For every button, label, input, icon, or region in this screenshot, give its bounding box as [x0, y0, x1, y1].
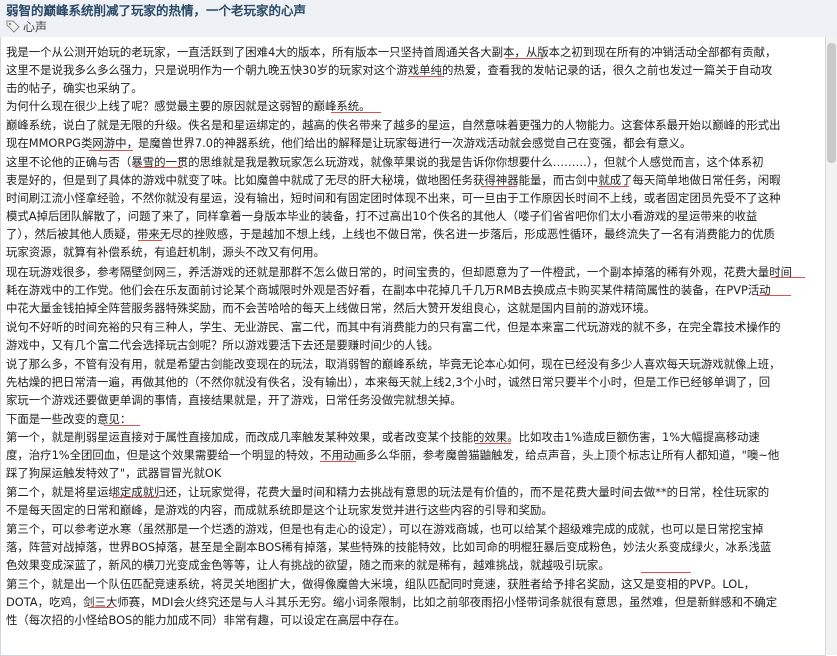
paragraph-players: 现在玩游戏很多，参考隔壁剑网三，养活游戏的还就是那群不怎么做日常的，时间宝贵的，… [6, 265, 792, 315]
link-underline [88, 607, 114, 608]
post-title[interactable]: 弱智的巅峰系统削减了玩家的热情，一个老玩家的心声 [6, 0, 306, 19]
post-header: 弱智的巅峰系统削减了玩家的热情，一个老玩家的心声 心声 [0, 0, 837, 38]
link-underline [757, 295, 791, 296]
link-underline [104, 425, 140, 426]
paragraph-analysis: 这里不论他的正确与否（暴雪的一贯的思维就是我是教玩家怎么玩游戏，就像苹果说的我是… [6, 155, 781, 259]
post-content: 我是一个从公测开始玩的老玩家，一直活跃到了困难4大的版本，所有版本一只坚持首周通… [0, 37, 826, 656]
link-underline [597, 186, 629, 187]
link-underline [138, 240, 162, 241]
paragraph-summary: 说了那么多，不管有没有用，就是希望古剑能改变现在的玩法，取消弱智的巅峰系统，毕竟… [6, 357, 781, 407]
scrollbar-thumb[interactable] [827, 43, 836, 163]
link-underline [481, 186, 517, 187]
link-underline [135, 167, 183, 168]
vertical-scrollbar[interactable] [825, 37, 837, 655]
link-underline [113, 497, 159, 498]
link-underline [89, 150, 133, 151]
paragraph-time-rich: 说句不好听的时间充裕的只有三种人，学生、无业游民、富二代，而其中有消费能力的只有… [6, 320, 781, 352]
tag-icon [6, 20, 20, 33]
link-underline [331, 112, 381, 113]
link-underline [641, 572, 691, 573]
paragraph-intro: 我是一个从公测开始玩的老玩家，一直活跃到了困难4大的版本，所有版本一只坚持首周通… [6, 45, 777, 95]
paragraph-suggestion-1: 第一个，就是削弱星运直接对于属性直接加成，而改成几率触发某种效果，或者改变某个技… [6, 430, 780, 480]
post-tag-label: 心声 [23, 19, 48, 34]
link-underline [771, 277, 805, 278]
link-underline [320, 461, 356, 462]
link-underline [505, 58, 543, 59]
paragraph-peak-system: 巅峰系统，说白了就是无限的升级。佚名是和星运绑定的，越高的佚名带来了越多的星运，… [6, 118, 781, 150]
paragraph-suggestion-4: 第三个，就是出一个队伍匹配竞速系统，将灵关地图扩大，做得像魔兽大米境，组队匹配同… [6, 577, 778, 627]
paragraph-suggestion-3: 第三个，可以参考逆水寒（虽然那是一个烂透的游戏，但是也有走心的设定），可以在游戏… [6, 522, 772, 572]
paragraph-suggestion-2: 第二个，就是将星运绑定成就归还，让玩家觉得，花费大量时间和精力去挑战有意思的玩法… [6, 485, 770, 517]
paragraph-question: 为何什么现在很少上线了呢？感觉最主要的原因就是这弱智的巅峰系统。 [6, 99, 371, 113]
link-underline [475, 443, 511, 444]
post-tag[interactable]: 心声 [6, 18, 47, 34]
link-underline [408, 76, 444, 77]
